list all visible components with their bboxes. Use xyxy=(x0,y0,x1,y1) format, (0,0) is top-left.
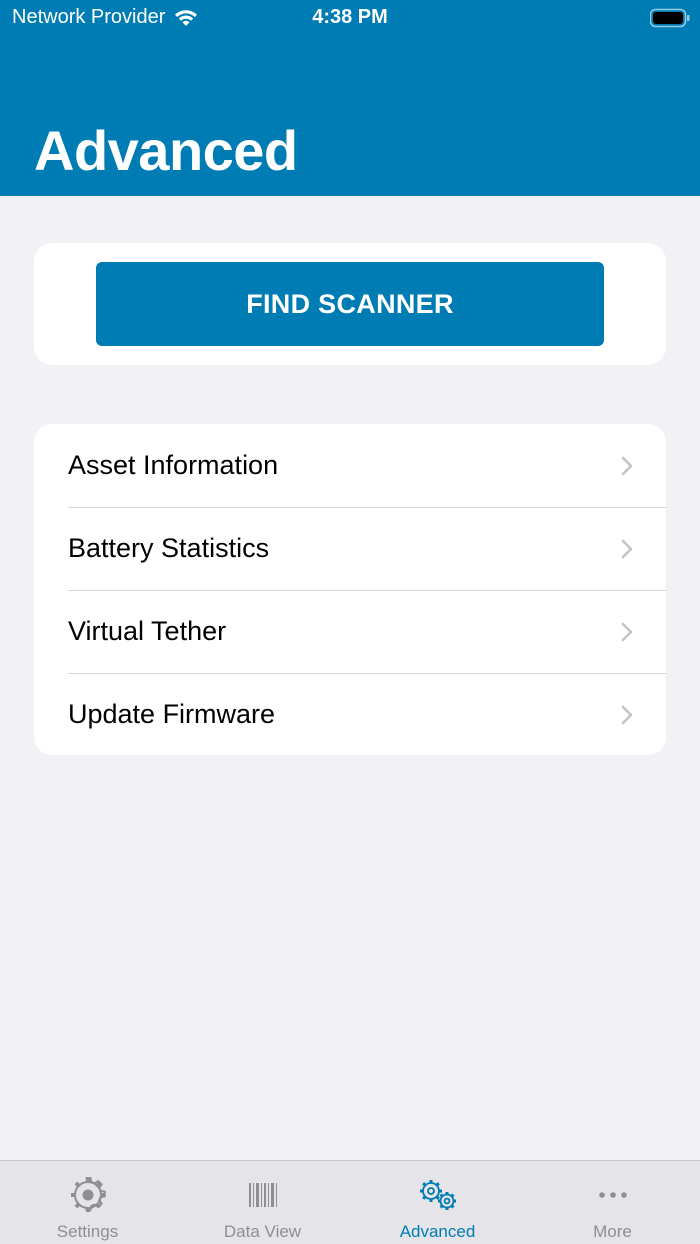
page-title: Advanced xyxy=(34,119,298,182)
tab-more[interactable]: More xyxy=(525,1161,700,1244)
chevron-right-icon xyxy=(621,539,633,558)
tab-label: Advanced xyxy=(399,1222,476,1241)
gears-icon xyxy=(418,1177,458,1213)
chevron-right-icon xyxy=(621,456,633,475)
tab-label: More xyxy=(593,1222,632,1241)
menu-item-battery-statistics[interactable]: Battery Statistics xyxy=(34,507,666,590)
tab-advanced[interactable]: Advanced xyxy=(350,1161,525,1244)
tab-bar: Settings Data View Advanced More xyxy=(0,1160,700,1244)
ellipsis-icon xyxy=(593,1177,633,1213)
battery-icon xyxy=(650,8,690,28)
header: Network Provider 4:38 PM Advanced xyxy=(0,0,700,196)
status-time: 4:38 PM xyxy=(312,6,388,28)
menu-item-virtual-tether[interactable]: Virtual Tether xyxy=(34,590,666,673)
status-bar: Network Provider 4:38 PM xyxy=(0,0,700,36)
barcode-icon xyxy=(243,1177,283,1213)
menu-item-label: Virtual Tether xyxy=(68,616,227,646)
menu-item-label: Battery Statistics xyxy=(68,533,270,563)
tab-label: Settings xyxy=(56,1222,119,1241)
menu-item-asset-information[interactable]: Asset Information xyxy=(34,424,666,507)
scanner-card: FIND SCANNER xyxy=(34,243,666,365)
menu-item-update-firmware[interactable]: Update Firmware xyxy=(34,673,666,755)
chevron-right-icon xyxy=(621,705,633,724)
find-scanner-button[interactable]: FIND SCANNER xyxy=(96,262,604,346)
menu-list: Asset Information Battery Statistics Vir… xyxy=(34,424,666,755)
tab-settings[interactable]: Settings xyxy=(0,1161,175,1244)
menu-item-label: Asset Information xyxy=(68,450,279,480)
tab-label: Data View xyxy=(223,1222,302,1241)
gear-icon xyxy=(68,1177,108,1213)
tab-data-view[interactable]: Data View xyxy=(175,1161,350,1244)
chevron-right-icon xyxy=(621,622,633,641)
menu-item-label: Update Firmware xyxy=(68,699,276,729)
